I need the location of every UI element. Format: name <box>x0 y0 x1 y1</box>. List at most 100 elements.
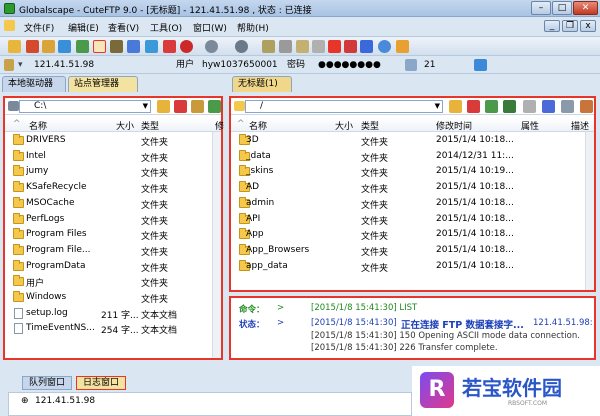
file-modified: 2015/1/4 10:18... <box>436 182 514 193</box>
tab-log-window[interactable]: 日志窗口 <box>76 376 127 390</box>
table-row[interactable]: ProgramData文件夹2 <box>5 259 221 275</box>
menu-view[interactable]: 查看(V) <box>108 21 139 34</box>
mdi-close-button[interactable]: x <box>580 20 596 32</box>
remote-scrollbar[interactable] <box>585 132 594 290</box>
local-path-input[interactable]: C:\ ▼ <box>19 100 151 113</box>
menu-window[interactable]: 窗口(W) <box>193 21 227 34</box>
view-icon[interactable] <box>542 100 555 113</box>
log-tree-item[interactable]: 121.41.51.98 <box>35 396 95 406</box>
file-name: _data <box>246 150 271 161</box>
col-size[interactable]: 大小 <box>116 119 134 132</box>
local-scrollbar[interactable] <box>212 132 221 358</box>
tab-untitled-session[interactable]: 无标题(1) <box>232 76 292 92</box>
folder-up-icon[interactable] <box>262 40 275 53</box>
table-row[interactable]: app_data 文件夹 2015/1/4 10:18... <box>231 259 594 275</box>
mdi-restore-button[interactable]: ❐ <box>562 20 578 32</box>
properties-icon[interactable] <box>191 100 204 113</box>
table-row[interactable]: admin 文件夹 2015/1/4 10:18... <box>231 196 594 212</box>
connect-icon[interactable] <box>8 40 21 53</box>
new-folder-icon[interactable] <box>503 100 516 113</box>
col-type[interactable]: 类型 <box>141 119 159 132</box>
rename-icon[interactable] <box>312 40 325 53</box>
col-attributes[interactable]: 属性 <box>521 119 539 132</box>
close-button[interactable]: ✕ <box>573 1 598 15</box>
table-row[interactable]: App 文件夹 2015/1/4 10:18... <box>231 227 594 243</box>
tab-site-manager[interactable]: 站点管理器 <box>68 76 138 92</box>
remote-path-input[interactable]: / ▼ <box>245 100 443 113</box>
table-row[interactable]: 用户文件夹2 <box>5 274 221 290</box>
delete-icon[interactable] <box>328 40 341 53</box>
expand-icon[interactable]: ⊕ <box>21 396 29 406</box>
settings-icon[interactable] <box>580 100 593 113</box>
copy-icon[interactable] <box>279 40 292 53</box>
refresh-icon[interactable] <box>485 100 498 113</box>
link-icon[interactable] <box>561 100 574 113</box>
table-row[interactable]: 3D 文件夹 2015/1/4 10:18... <box>231 133 594 149</box>
host-input[interactable]: 121.41.51.98 <box>34 59 94 72</box>
schedule-icon[interactable] <box>360 40 373 53</box>
stop-icon[interactable] <box>180 40 193 53</box>
reconnect-icon[interactable] <box>76 40 89 53</box>
active-tool-icon[interactable] <box>93 40 106 53</box>
back-icon[interactable] <box>205 40 218 53</box>
col-description[interactable]: 描述 <box>571 119 589 132</box>
table-row[interactable]: API 文件夹 2015/1/4 10:18... <box>231 212 594 228</box>
folder-icon <box>13 259 24 271</box>
table-row[interactable]: Program Files文件夹2 <box>5 227 221 243</box>
port-input[interactable]: 21 <box>424 59 435 72</box>
table-row[interactable]: _skins 文件夹 2015/1/4 10:19... <box>231 164 594 180</box>
connect-go-icon[interactable] <box>474 59 487 71</box>
globe-icon[interactable] <box>378 40 391 53</box>
folder-up-icon[interactable] <box>157 100 170 113</box>
table-row[interactable]: _data 文件夹 2014/12/31 11:... <box>231 149 594 165</box>
col-name[interactable]: 名称 <box>29 119 47 132</box>
col-modified[interactable]: 修改时间 <box>436 119 472 132</box>
table-row[interactable]: App_Browsers 文件夹 2015/1/4 10:18... <box>231 243 594 259</box>
mdi-minimize-button[interactable]: _ <box>544 20 560 32</box>
file-type: 文件夹 <box>141 169 169 180</box>
table-row[interactable]: KSafeRecycle文件夹2 <box>5 180 221 196</box>
quick-connect-icon[interactable] <box>26 40 39 53</box>
col-name[interactable]: 名称 <box>249 119 267 132</box>
table-row[interactable]: DRIVERS文件夹2 <box>5 133 221 149</box>
disconnect-icon[interactable] <box>58 40 71 53</box>
user-input[interactable]: hyw1037650001 <box>202 59 278 72</box>
table-row[interactable]: Windows文件夹2 <box>5 290 221 306</box>
cancel-icon[interactable] <box>344 40 357 53</box>
menu-tools[interactable]: 工具(O) <box>150 21 182 34</box>
edit-icon[interactable] <box>296 40 309 53</box>
tab-queue-window[interactable]: 队列窗口 <box>22 376 73 390</box>
delete-icon[interactable] <box>174 100 187 113</box>
table-row[interactable]: jumy文件夹2 <box>5 164 221 180</box>
menu-help[interactable]: 帮助(H) <box>237 21 269 34</box>
upload-icon[interactable] <box>110 40 123 53</box>
forward-icon[interactable] <box>235 40 248 53</box>
tab-local-drives[interactable]: 本地驱动器 <box>2 76 66 92</box>
table-row[interactable]: AD 文件夹 2015/1/4 10:18... <box>231 180 594 196</box>
record-icon[interactable] <box>163 40 176 53</box>
site-manager-icon[interactable] <box>42 40 55 53</box>
folder-icon <box>13 181 24 193</box>
maximize-button[interactable]: □ <box>552 1 572 15</box>
minimize-button[interactable]: – <box>531 1 551 15</box>
table-row[interactable]: Program File...文件夹2 <box>5 243 221 259</box>
close-icon[interactable] <box>523 100 536 113</box>
transfer-icon[interactable] <box>145 40 158 53</box>
table-row[interactable]: Intel文件夹2 <box>5 149 221 165</box>
table-row[interactable]: TimeEventNS...254 字...文本文档2 <box>5 321 221 337</box>
shield-icon[interactable] <box>396 40 409 53</box>
folder-up-icon[interactable] <box>449 100 462 113</box>
col-modified[interactable]: 修 <box>215 119 224 132</box>
table-row[interactable]: PerfLogs文件夹2 <box>5 212 221 228</box>
file-type: 文件夹 <box>361 169 389 180</box>
download-icon[interactable] <box>127 40 140 53</box>
menu-file[interactable]: 文件(F) <box>24 21 54 34</box>
col-type[interactable]: 类型 <box>361 119 379 132</box>
table-row[interactable]: MSOCache文件夹2 <box>5 196 221 212</box>
menu-edit[interactable]: 编辑(E) <box>68 21 99 34</box>
password-input[interactable]: ●●●●●●●● <box>318 59 381 72</box>
col-size[interactable]: 大小 <box>335 119 353 132</box>
delete-icon[interactable] <box>467 100 480 113</box>
table-row[interactable]: setup.log211 字...文本文档2 <box>5 306 221 322</box>
refresh-icon[interactable] <box>208 100 221 113</box>
